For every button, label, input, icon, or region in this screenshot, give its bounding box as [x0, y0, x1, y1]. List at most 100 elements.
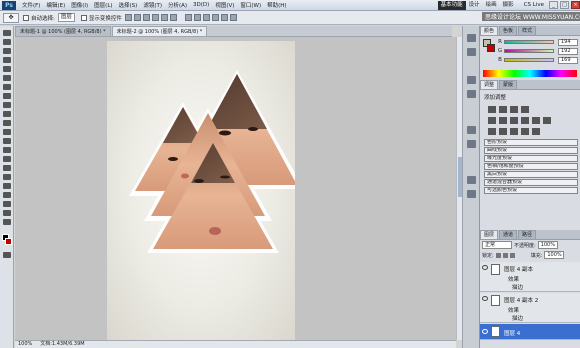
quick-select-icon[interactable] — [3, 57, 11, 63]
show-transform-checkbox[interactable] — [80, 14, 87, 21]
menu-layer[interactable]: 图层(L) — [91, 1, 115, 9]
clone-stamp-icon[interactable] — [3, 102, 11, 108]
distribute-right-icon[interactable] — [229, 14, 237, 21]
menu-file[interactable]: 文件(F) — [19, 1, 43, 9]
preset-hue-saturation[interactable]: 色相/饱和度预设 — [484, 163, 578, 170]
fill-field[interactable]: 100% — [544, 251, 565, 259]
align-center-icon[interactable] — [160, 14, 168, 21]
menu-analysis[interactable]: 分析(A) — [165, 1, 190, 9]
threshold-icon[interactable] — [510, 128, 518, 135]
lasso-icon[interactable] — [3, 48, 11, 54]
marquee-icon[interactable] — [3, 39, 11, 45]
align-left-icon[interactable] — [151, 14, 159, 21]
background-swatch[interactable] — [487, 44, 495, 52]
distribute-middle-icon[interactable] — [193, 14, 201, 21]
align-top-icon[interactable] — [124, 14, 132, 21]
preset-exposure[interactable]: 曝光度预设 — [484, 155, 578, 162]
align-middle-icon[interactable] — [133, 14, 141, 21]
b-slider[interactable] — [504, 58, 554, 62]
lock-position-icon[interactable] — [502, 252, 508, 258]
distribute-top-icon[interactable] — [184, 14, 192, 21]
tab-styles[interactable]: 样式 — [518, 26, 537, 35]
tab-document-2[interactable]: 未标题-2 @ 100% (图层 4, RGB/8) * — [111, 26, 208, 36]
tab-channels[interactable]: 通道 — [499, 230, 518, 239]
3d-camera-icon[interactable] — [3, 201, 11, 207]
r-value[interactable]: 194 — [558, 38, 578, 46]
path-select-icon[interactable] — [3, 174, 11, 180]
preset-curves[interactable]: 曲线预设 — [484, 147, 578, 154]
eye-icon[interactable] — [482, 296, 488, 301]
pen-icon[interactable] — [3, 156, 11, 162]
menu-view[interactable]: 视图(V) — [212, 1, 237, 9]
photo-filter-icon[interactable] — [532, 117, 540, 124]
layer-row-copy[interactable]: 图层 4 副本 效果 描边 — [480, 262, 580, 292]
distribute-left-icon[interactable] — [211, 14, 219, 21]
eye-icon[interactable] — [482, 265, 488, 270]
tab-paths[interactable]: 路径 — [518, 230, 537, 239]
g-slider[interactable] — [504, 49, 554, 53]
invert-icon[interactable] — [488, 128, 496, 135]
tab-layers[interactable]: 图层 — [480, 230, 499, 239]
curves-icon[interactable] — [510, 106, 518, 113]
workspace-design[interactable]: 设计 — [466, 1, 483, 10]
workspace-photography[interactable]: 摄影 — [500, 1, 517, 10]
quick-mask-icon[interactable] — [3, 252, 11, 258]
r-slider[interactable] — [504, 40, 554, 44]
brightness-icon[interactable] — [488, 106, 496, 113]
minimize-icon[interactable]: _ — [549, 1, 558, 9]
menu-edit[interactable]: 编辑(E) — [43, 1, 68, 9]
layer-row-copy-2[interactable]: 图层 4 副本 2 效果 描边 — [480, 293, 580, 323]
brush-panel-icon[interactable] — [467, 126, 476, 134]
workspace-essentials[interactable]: 基本功能 — [437, 0, 466, 10]
clone-source-icon[interactable] — [467, 140, 476, 148]
menu-image[interactable]: 图像(I) — [68, 1, 91, 9]
blur-icon[interactable] — [3, 138, 11, 144]
preset-channel-mixer[interactable]: 通道混合器预设 — [484, 179, 578, 186]
gradient-map-icon[interactable] — [521, 128, 529, 135]
menu-help[interactable]: 帮助(H) — [264, 1, 289, 9]
eye-icon[interactable] — [482, 329, 488, 334]
3d-rotate-icon[interactable] — [3, 192, 11, 198]
eyedropper-icon[interactable] — [3, 75, 11, 81]
hand-icon[interactable] — [3, 210, 11, 216]
cs-live-button[interactable]: CS Live — [521, 2, 547, 8]
menu-3d[interactable]: 3D(D) — [190, 2, 212, 8]
background-color-swatch[interactable] — [5, 238, 12, 245]
type-icon[interactable] — [3, 165, 11, 171]
tab-swatches[interactable]: 色板 — [499, 26, 518, 35]
workspace-painting[interactable]: 绘画 — [483, 1, 500, 10]
hue-icon[interactable] — [499, 117, 507, 124]
info-icon[interactable] — [467, 90, 476, 98]
navigator-icon[interactable] — [467, 76, 476, 84]
close-icon[interactable]: × — [571, 1, 580, 9]
character-icon[interactable] — [467, 176, 476, 184]
align-right-icon[interactable] — [169, 14, 177, 21]
zoom-level[interactable]: 100% — [18, 341, 32, 348]
eraser-icon[interactable] — [3, 120, 11, 126]
crop-icon[interactable] — [3, 66, 11, 72]
shape-icon[interactable] — [3, 183, 11, 189]
gradient-icon[interactable] — [3, 129, 11, 135]
preset-selective-color[interactable]: 可选颜色预设 — [484, 187, 578, 194]
posterize-icon[interactable] — [499, 128, 507, 135]
auto-select-dropdown[interactable]: 图层 — [57, 13, 75, 22]
document-canvas[interactable] — [107, 41, 304, 342]
color-spectrum-bar[interactable] — [483, 70, 577, 77]
b-value[interactable]: 169 — [558, 56, 578, 64]
move-tool-icon[interactable]: ✥ — [3, 12, 19, 23]
tab-masks[interactable]: 蒙版 — [499, 80, 518, 89]
menu-filter[interactable]: 滤镜(T) — [140, 1, 165, 9]
vibrance-icon[interactable] — [488, 117, 496, 124]
opacity-field[interactable]: 100% — [537, 241, 558, 249]
tab-adjustments[interactable]: 调整 — [480, 80, 499, 89]
black-white-icon[interactable] — [521, 117, 529, 124]
blend-mode-dropdown[interactable]: 正常 — [482, 241, 512, 249]
preset-black-white[interactable]: 黑白预设 — [484, 171, 578, 178]
levels-icon[interactable] — [499, 106, 507, 113]
move-icon[interactable] — [3, 30, 11, 36]
channel-mixer-icon[interactable] — [543, 117, 551, 124]
layer-row-selected[interactable]: 图层 4 — [480, 324, 580, 340]
tab-color[interactable]: 颜色 — [480, 26, 499, 35]
paragraph-icon[interactable] — [467, 190, 476, 198]
brush-icon[interactable] — [3, 93, 11, 99]
